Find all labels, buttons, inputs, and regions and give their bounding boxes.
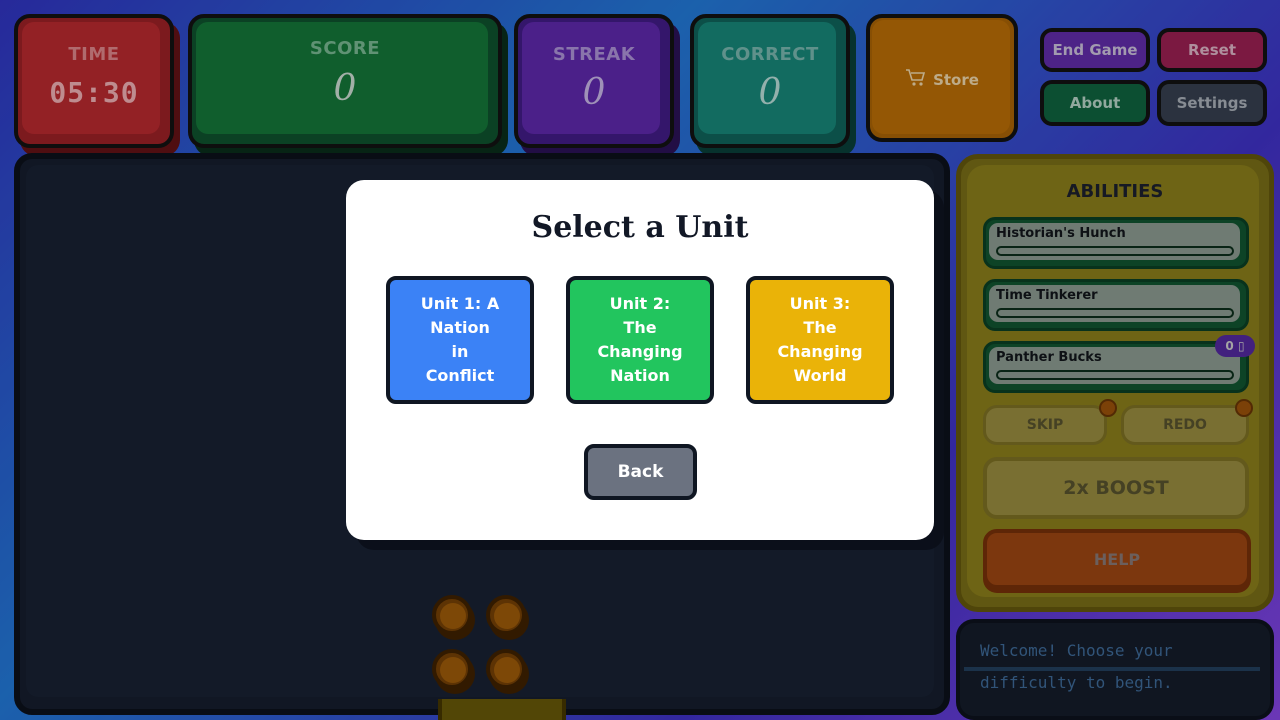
unit-3-button[interactable]: Unit 3: The Changing World (746, 276, 894, 404)
unit-2-button[interactable]: Unit 2: The Changing Nation (566, 276, 714, 404)
modal-title: Select a Unit (531, 210, 749, 245)
unit-1-button[interactable]: Unit 1: A Nation in Conflict (386, 276, 534, 404)
unit-select-modal: Select a Unit Unit 1: A Nation in Confli… (346, 180, 934, 540)
back-button[interactable]: Back (584, 444, 697, 500)
